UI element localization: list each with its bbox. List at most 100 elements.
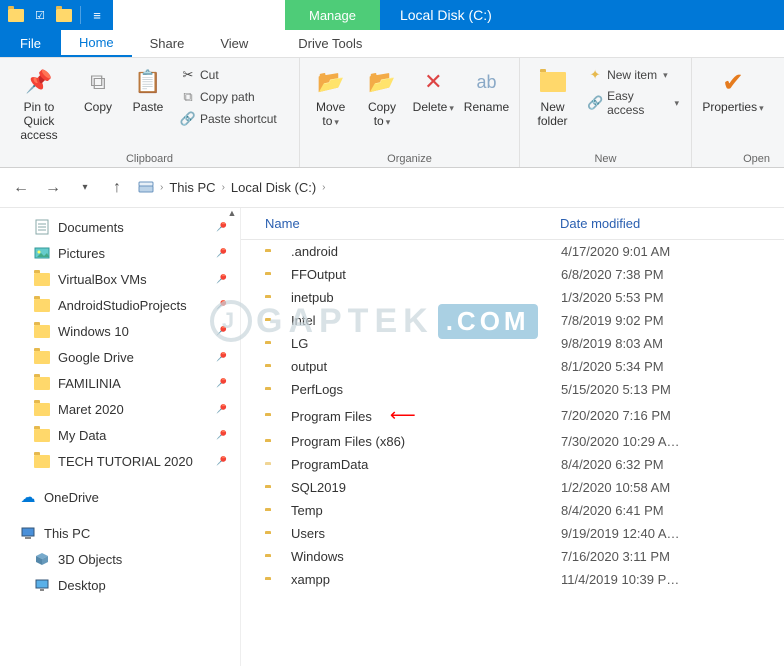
chevron-icon[interactable]: › [160,182,163,193]
tree-item[interactable]: Windows 10📍 [14,318,240,344]
new-item-button[interactable]: ✦New item▾ [583,66,683,84]
tree-item[interactable]: TECH TUTORIAL 2020📍 [14,448,240,474]
back-button[interactable]: ← [10,177,32,199]
new-folder-icon [537,66,569,98]
tree-item-icon [34,375,50,391]
file-row[interactable]: SQL20191/2/2020 10:58 AM [241,476,784,499]
file-name: SQL2019 [291,480,561,495]
file-row[interactable]: FFOutput6/8/2020 7:38 PM [241,263,784,286]
file-row[interactable]: Users9/19/2019 12:40 A… [241,522,784,545]
move-to-button[interactable]: 📂 Move to▾ [308,62,353,129]
tree-item[interactable]: Pictures📍 [14,240,240,266]
tree-item-label: This PC [44,526,90,541]
tree-item[interactable]: Maret 2020📍 [14,396,240,422]
file-name: Temp [291,503,561,518]
ribbon: 📌 Pin to Quick access ⧉ Copy 📋 Paste ✂Cu… [0,58,784,168]
tree-item[interactable]: 3D Objects [14,546,240,572]
tree-item[interactable]: ☁OneDrive [14,484,240,510]
file-row[interactable]: Windows7/16/2020 3:11 PM [241,545,784,568]
tree-item[interactable]: My Data📍 [14,422,240,448]
window-title: Local Disk (C:) [380,0,784,30]
copy-button[interactable]: ⧉ Copy [76,62,120,114]
copy-to-button[interactable]: 📂 Copy to▾ [359,62,404,129]
cut-button[interactable]: ✂Cut [176,66,281,84]
file-list-pane: Name Date modified .android4/17/2020 9:0… [240,208,784,666]
breadcrumb[interactable]: › This PC › Local Disk (C:) › [138,180,326,196]
paste-label: Paste [133,100,164,114]
file-row[interactable]: PerfLogs5/15/2020 5:13 PM [241,378,784,401]
tree-item[interactable]: Desktop [14,572,240,598]
home-tab[interactable]: Home [61,30,132,57]
file-row[interactable]: .android4/17/2020 9:01 AM [241,240,784,263]
up-button[interactable]: ↑ [106,177,128,199]
column-date[interactable]: Date modified [560,216,784,231]
copy-icon: ⧉ [82,66,114,98]
file-row[interactable]: LG9/8/2019 8:03 AM [241,332,784,355]
easy-access-button[interactable]: 🔗Easy access▾ [583,88,683,118]
tree-item-icon: ☁ [20,489,36,505]
tree-item[interactable]: VirtualBox VMs📍 [14,266,240,292]
tree-item[interactable]: Google Drive📍 [14,344,240,370]
chevron-icon[interactable]: › [222,182,225,193]
forward-button[interactable]: → [42,177,64,199]
file-name: Users [291,526,561,541]
pin-icon: 📍 [212,400,231,419]
file-date: 7/30/2020 10:29 A… [561,434,680,449]
qat-separator [80,6,81,24]
file-row[interactable]: output8/1/2020 5:34 PM [241,355,784,378]
file-row[interactable]: Program Files⟵7/20/2020 7:16 PM [241,401,784,430]
rename-label: Rename [464,100,509,114]
explorer-icon [6,5,26,25]
drive-tools-tab[interactable]: Drive Tools [280,30,380,57]
pin-icon: 📌 [23,66,55,98]
file-row[interactable]: Intel7/8/2019 9:02 PM [241,309,784,332]
file-row[interactable]: xampp11/4/2019 10:39 P… [241,568,784,591]
new-item-icon: ✦ [587,67,603,83]
manage-contextual-tab[interactable]: Manage [285,0,380,30]
paste-button[interactable]: 📋 Paste [126,62,170,114]
tree-item[interactable]: Documents📍 [14,214,240,240]
file-name: Windows [291,549,561,564]
qat-checkbox-icon[interactable]: ☑ [30,5,50,25]
share-tab[interactable]: Share [132,30,203,57]
file-name: PerfLogs [291,382,561,397]
move-to-icon: 📂 [315,66,347,98]
qat-customize-icon[interactable]: ≡ [87,5,107,25]
breadcrumb-this-pc[interactable]: This PC [169,180,215,195]
file-row[interactable]: Temp8/4/2020 6:41 PM [241,499,784,522]
file-name: Program Files⟵ [291,405,561,426]
tree-item[interactable]: This PC [14,520,240,546]
delete-label: Delete▾ [413,100,454,115]
chevron-icon[interactable]: › [322,182,325,193]
copy-path-button[interactable]: ⧉Copy path [176,88,281,106]
cut-label: Cut [200,68,219,82]
view-tab[interactable]: View [202,30,266,57]
tree-item[interactable]: AndroidStudioProjects📍 [14,292,240,318]
file-row[interactable]: inetpub1/3/2020 5:53 PM [241,286,784,309]
rename-button[interactable]: ab Rename [462,62,511,114]
new-folder-label: New folder [528,100,577,128]
new-item-label: New item [607,68,657,82]
tree-item-label: VirtualBox VMs [58,272,147,287]
file-tab[interactable]: File [0,30,61,57]
file-date: 5/15/2020 5:13 PM [561,382,671,397]
navigation-pane[interactable]: ▲ Documents📍Pictures📍VirtualBox VMs📍Andr… [0,208,240,666]
column-headers[interactable]: Name Date modified [241,208,784,240]
breadcrumb-drive[interactable]: Local Disk (C:) [231,180,316,195]
qat-folder-icon[interactable] [54,5,74,25]
new-folder-button[interactable]: New folder [528,62,577,128]
pin-icon: 📍 [212,244,231,263]
pin-to-quick-access-button[interactable]: 📌 Pin to Quick access [8,62,70,142]
properties-button[interactable]: ✔ Properties▾ [700,62,766,115]
paste-shortcut-button[interactable]: 🔗Paste shortcut [176,110,281,128]
address-bar: ← → ▾ ↑ › This PC › Local Disk (C:) › [0,168,784,208]
file-row[interactable]: ProgramData8/4/2020 6:32 PM [241,453,784,476]
tree-item[interactable]: FAMILINIA📍 [14,370,240,396]
tree-item-icon [20,525,36,541]
delete-button[interactable]: ✕ Delete▾ [411,62,456,115]
column-name[interactable]: Name [265,216,560,231]
history-dropdown[interactable]: ▾ [74,177,96,199]
arrow-annotation: ⟵ [390,405,416,425]
tree-item-label: AndroidStudioProjects [58,298,187,313]
file-row[interactable]: Program Files (x86)7/30/2020 10:29 A… [241,430,784,453]
